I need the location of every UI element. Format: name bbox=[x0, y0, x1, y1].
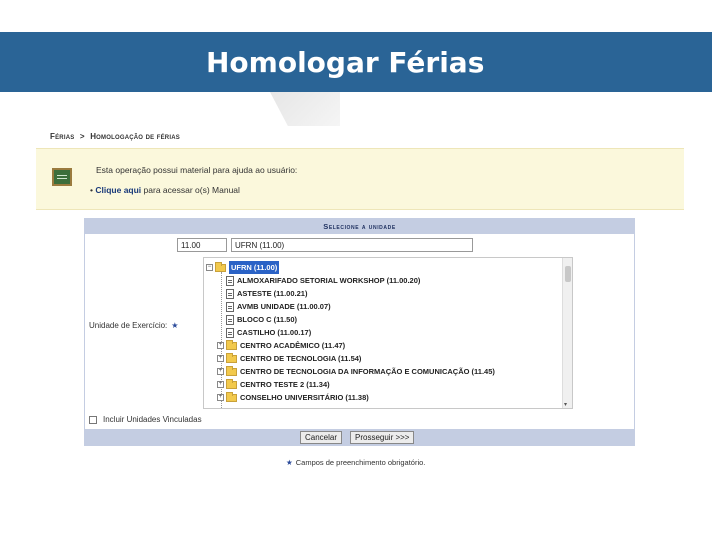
unit-name-input[interactable] bbox=[231, 238, 473, 252]
tree-node[interactable]: + CONSELHO UNIVERSITÁRIO (11.38) bbox=[217, 391, 369, 404]
tree-root-label: UFRN (11.00) bbox=[229, 261, 280, 274]
folder-icon bbox=[226, 352, 237, 363]
unit-selection-form: Selecione a unidade Unidade de Exercício… bbox=[84, 218, 635, 446]
help-link-suffix: para acessar o(s) Manual bbox=[141, 185, 240, 195]
expand-icon[interactable]: + bbox=[217, 394, 224, 401]
tree-node[interactable]: + CENTRO ACADÊMICO (11.47) bbox=[217, 339, 345, 352]
scroll-down-icon[interactable]: ▾ bbox=[564, 401, 567, 408]
tree-node[interactable]: CASTILHO (11.00.17) bbox=[226, 326, 311, 339]
tree-node-label: CENTRO DE TECNOLOGIA DA INFORMAÇÃO E COM… bbox=[240, 367, 495, 376]
tree-node[interactable]: + CENTRO DE TECNOLOGIA DA INFORMAÇÃO E C… bbox=[217, 365, 495, 378]
help-box: Esta operação possui material para ajuda… bbox=[36, 148, 684, 210]
breadcrumb-separator: > bbox=[79, 132, 85, 141]
required-star-icon: ★ bbox=[171, 321, 179, 330]
required-note-text: Campos de preenchimento obrigatório. bbox=[295, 458, 426, 467]
folder-icon bbox=[226, 391, 237, 402]
tree-node-label: AVMB UNIDADE (11.00.07) bbox=[237, 302, 331, 311]
tree-node[interactable]: ALMOXARIFADO SETORIAL WORKSHOP (11.00.20… bbox=[226, 274, 420, 287]
document-icon bbox=[226, 301, 234, 312]
tree-node[interactable]: BLOCO C (11.50) bbox=[226, 313, 297, 326]
help-text: Esta operação possui material para ajuda… bbox=[96, 165, 298, 175]
unit-tree[interactable]: − UFRN (11.00) ALMOXARIFADO SETORIAL WOR… bbox=[203, 257, 573, 409]
required-fields-note: ★ Campos de preenchimento obrigatório. bbox=[286, 458, 425, 467]
folder-open-icon bbox=[215, 261, 226, 272]
breadcrumb-current: Homologação de férias bbox=[90, 132, 180, 141]
tree-node-label: CENTRO TESTE 2 (11.34) bbox=[240, 380, 330, 389]
include-linked-units-label: Incluir Unidades Vinculadas bbox=[103, 415, 202, 424]
breadcrumb-parent[interactable]: Férias bbox=[50, 132, 74, 141]
slide-title: Homologar Férias bbox=[206, 46, 485, 79]
unit-field-label-text: Unidade de Exercício: bbox=[89, 321, 168, 330]
collapse-icon[interactable]: − bbox=[206, 264, 213, 271]
tree-scrollbar[interactable]: ▾ bbox=[562, 258, 572, 408]
bullet: • bbox=[90, 185, 93, 195]
form-header: Selecione a unidade bbox=[85, 219, 634, 234]
folder-icon bbox=[226, 378, 237, 389]
tree-node-label: CENTRO DE TECNOLOGIA (11.54) bbox=[240, 354, 362, 363]
unit-code-input[interactable] bbox=[177, 238, 227, 252]
scrollbar-thumb[interactable] bbox=[565, 266, 571, 282]
embedded-screenshot: Férias > Homologação de férias Esta oper… bbox=[36, 126, 684, 480]
tree-node-label: ASTESTE (11.00.21) bbox=[237, 289, 308, 298]
tree-node[interactable]: AVMB UNIDADE (11.00.07) bbox=[226, 300, 331, 313]
expand-icon[interactable]: + bbox=[217, 355, 224, 362]
help-manual-link[interactable]: Clique aqui bbox=[95, 185, 141, 195]
proceed-button[interactable]: Prosseguir >>> bbox=[350, 431, 415, 444]
help-link-line: • Clique aqui para acessar o(s) Manual bbox=[90, 185, 240, 195]
chalkboard-icon bbox=[52, 168, 72, 186]
tree-node[interactable]: ASTESTE (11.00.21) bbox=[226, 287, 307, 300]
unit-field-label: Unidade de Exercício: ★ bbox=[89, 321, 178, 330]
folder-icon bbox=[226, 365, 237, 376]
include-linked-units-row: Incluir Unidades Vinculadas bbox=[89, 415, 202, 424]
required-star-icon: ★ bbox=[286, 458, 293, 467]
folder-icon bbox=[226, 339, 237, 350]
tree-root-node[interactable]: − UFRN (11.00) bbox=[206, 261, 280, 274]
tree-node-label: CONSELHO UNIVERSITÁRIO (11.38) bbox=[240, 393, 369, 402]
expand-icon[interactable]: + bbox=[217, 342, 224, 349]
document-icon bbox=[226, 275, 234, 286]
form-button-bar: Cancelar Prosseguir >>> bbox=[85, 429, 634, 446]
expand-icon[interactable]: + bbox=[217, 381, 224, 388]
include-linked-units-checkbox[interactable] bbox=[89, 415, 97, 424]
breadcrumb: Férias > Homologação de férias bbox=[50, 132, 180, 141]
expand-icon[interactable]: + bbox=[217, 368, 224, 375]
tree-node-label: CENTRO ACADÊMICO (11.47) bbox=[240, 341, 346, 350]
tree-node-label: CASTILHO (11.00.17) bbox=[237, 328, 312, 337]
tree-node[interactable]: + CENTRO DE TECNOLOGIA (11.54) bbox=[217, 352, 361, 365]
tree-node[interactable]: + CENTRO TESTE 2 (11.34) bbox=[217, 378, 330, 391]
tree-node-label: ALMOXARIFADO SETORIAL WORKSHOP (11.00.20… bbox=[237, 276, 421, 285]
document-icon bbox=[226, 314, 234, 325]
document-icon bbox=[226, 327, 234, 338]
document-icon bbox=[226, 288, 234, 299]
tree-node-label: BLOCO C (11.50) bbox=[237, 315, 298, 324]
cancel-button[interactable]: Cancelar bbox=[300, 431, 343, 444]
